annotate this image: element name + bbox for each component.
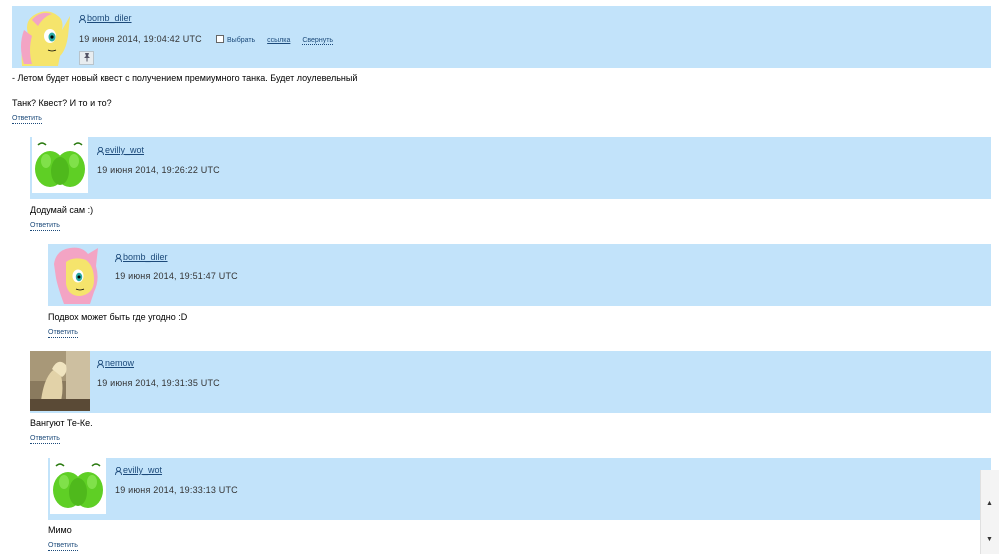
- username-text: nemow: [105, 358, 135, 368]
- reply-link[interactable]: Ответить: [48, 329, 78, 338]
- comment-date: 19 июня 2014, 19:26:22 UTC: [97, 165, 220, 175]
- comment-text: Вангуют Те-Ке.: [30, 418, 93, 428]
- username-link[interactable]: bomb_diler: [115, 252, 168, 263]
- avatar[interactable]: [50, 458, 106, 514]
- user-icon: [79, 14, 86, 24]
- comment-text: Танк? Квест? И то и то?: [12, 98, 112, 108]
- username-text: evilly_wot: [105, 145, 145, 155]
- reply-link[interactable]: Ответить: [12, 115, 42, 124]
- comment-date: 19 июня 2014, 19:04:42 UTC: [79, 34, 202, 44]
- reply-link[interactable]: Ответить: [30, 435, 60, 444]
- username-link[interactable]: evilly_wot: [97, 145, 145, 156]
- user-icon: [97, 146, 104, 156]
- avatar[interactable]: [30, 351, 90, 411]
- comment-text: - Летом будет новый квест с получением п…: [12, 73, 358, 83]
- scroll-up-icon[interactable]: ▲: [986, 500, 993, 507]
- comment-actions: Выбрать ссылка Свернуть: [216, 35, 334, 45]
- collapse-action[interactable]: Свернуть: [302, 37, 334, 45]
- select-label[interactable]: Выбрать: [227, 37, 255, 44]
- comment-date: 19 июня 2014, 19:51:47 UTC: [115, 271, 238, 281]
- username-text: evilly_wot: [123, 465, 163, 475]
- avatar[interactable]: [14, 6, 76, 66]
- username-text: bomb_diler: [87, 13, 132, 23]
- username-text: bomb_diler: [123, 252, 168, 262]
- comment-text: Додумай сам :): [30, 205, 94, 215]
- user-icon: [115, 253, 122, 263]
- username-link[interactable]: evilly_wot: [115, 465, 163, 476]
- link-action[interactable]: ссылка: [267, 37, 290, 44]
- comment-text: Мимо: [48, 525, 72, 535]
- user-icon: [115, 466, 122, 476]
- reply-link[interactable]: Ответить: [48, 542, 78, 551]
- user-icon: [97, 359, 104, 369]
- comment-date: 19 июня 2014, 19:33:13 UTC: [115, 485, 238, 495]
- pin-icon[interactable]: [79, 51, 94, 65]
- reply-link[interactable]: Ответить: [30, 222, 60, 231]
- select-checkbox[interactable]: [216, 35, 224, 43]
- comment-date: 19 июня 2014, 19:31:35 UTC: [97, 378, 220, 388]
- avatar[interactable]: [50, 244, 108, 304]
- username-link[interactable]: nemow: [97, 358, 135, 369]
- scroll-down-icon[interactable]: ▼: [986, 536, 993, 543]
- comment-text: Подвох может быть где угодно :D: [48, 312, 188, 322]
- avatar[interactable]: [32, 137, 88, 193]
- username-link[interactable]: bomb_diler: [79, 13, 132, 24]
